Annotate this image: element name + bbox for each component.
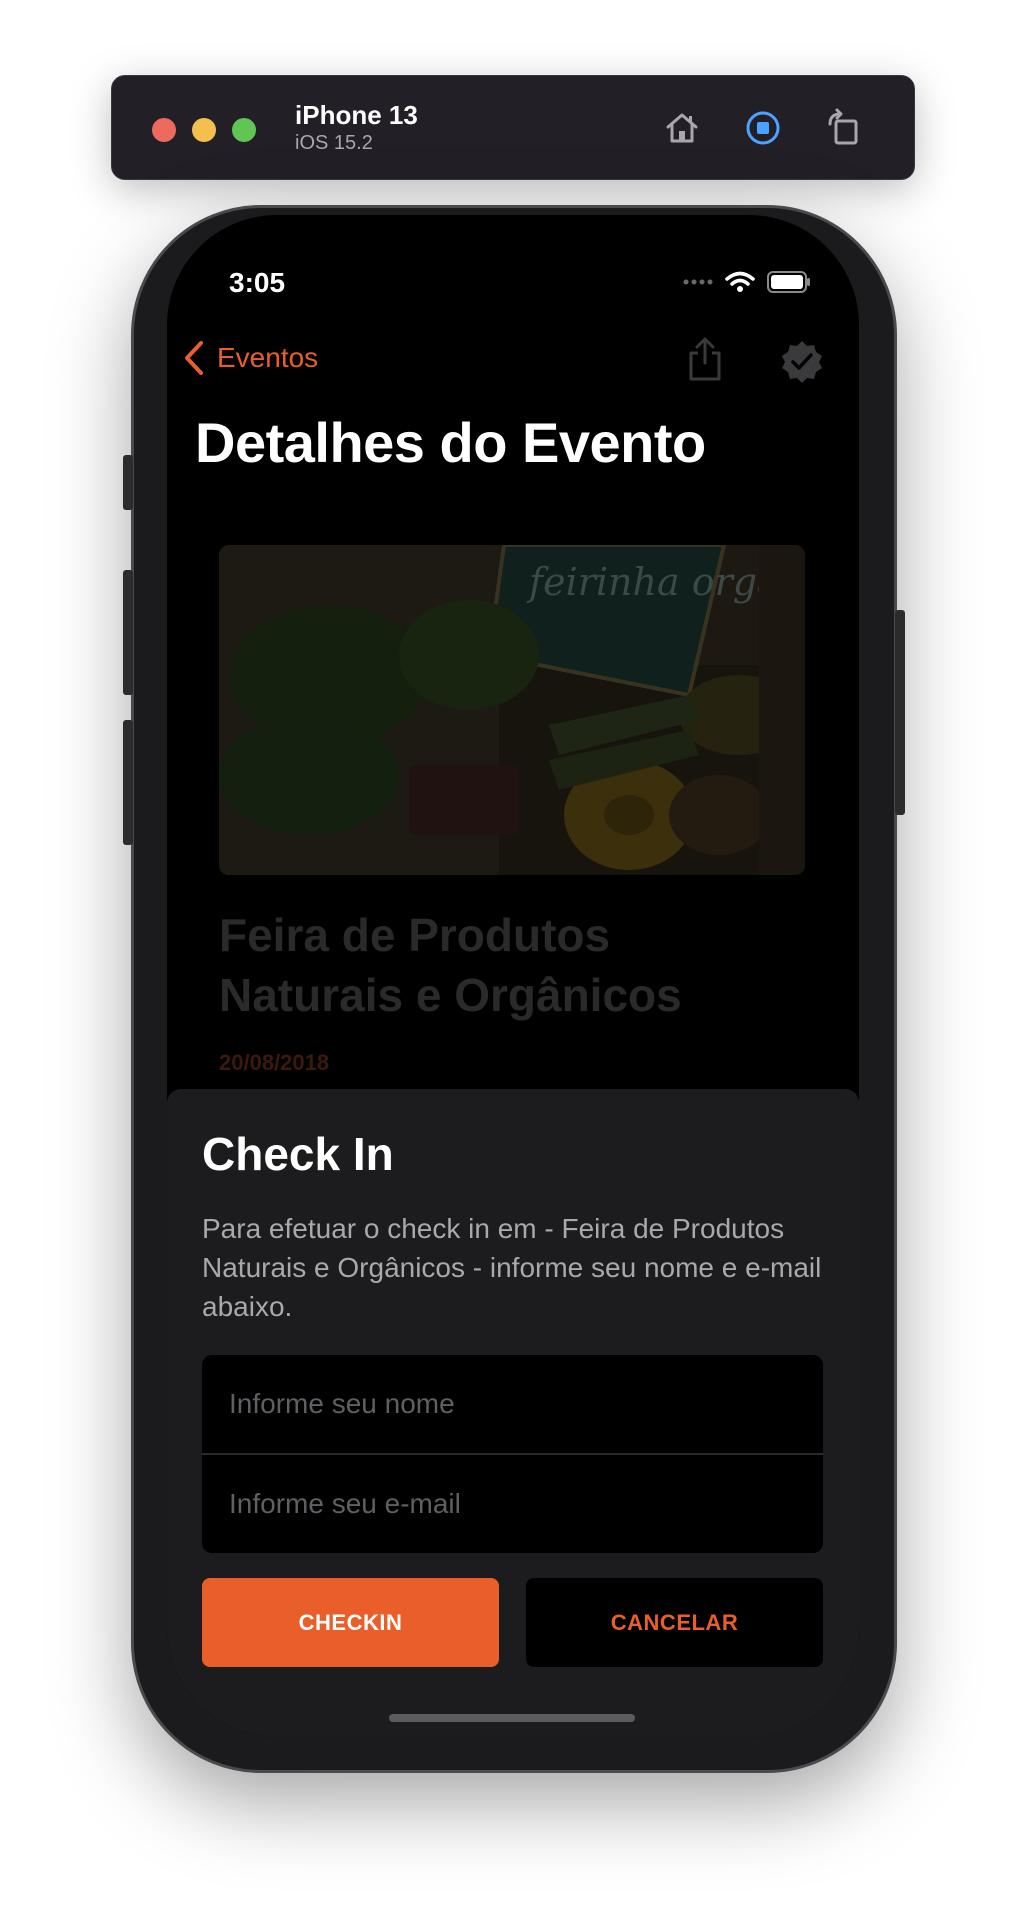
checkin-title: Check In	[202, 1128, 394, 1180]
back-button-label: Eventos	[217, 342, 319, 373]
minimize-window-button[interactable]	[192, 118, 216, 142]
simulator-stage: iPhone 13 iOS 15.2 3:05 Eventos Detalhes…	[0, 0, 1026, 1924]
home-icon[interactable]	[658, 104, 706, 152]
record-icon[interactable]	[739, 104, 787, 152]
home-indicator[interactable]	[389, 1714, 635, 1722]
close-window-button[interactable]	[152, 118, 176, 142]
mute-switch	[123, 455, 133, 510]
back-button[interactable]: Eventos	[183, 340, 318, 376]
verified-badge-icon	[782, 341, 822, 383]
checkin-button[interactable]: CHECKIN	[202, 1578, 499, 1667]
share-icon	[689, 337, 721, 381]
phone-screen: 3:05 Eventos Detalhes do Evento feirinha…	[167, 215, 859, 1737]
name-input[interactable]	[202, 1355, 823, 1453]
share-button[interactable]	[685, 335, 725, 388]
rotate-icon[interactable]	[820, 104, 868, 152]
zoom-window-button[interactable]	[232, 118, 256, 142]
checkin-form	[202, 1355, 823, 1553]
chevron-left-icon	[185, 341, 203, 375]
checkin-description: Para efetuar o check in em - Feira de Pr…	[202, 1213, 822, 1322]
page-title: Detalhes do Evento	[195, 411, 706, 474]
event-image: feirinha orgânica	[219, 545, 805, 875]
cancel-button[interactable]: CANCELAR	[526, 1578, 823, 1667]
checkin-status-button[interactable]	[779, 339, 825, 390]
os-version: iOS 15.2	[295, 132, 373, 154]
checkin-sheet: Check In Para efetuar o check in em - Fe…	[167, 1089, 859, 1737]
email-input[interactable]	[202, 1455, 823, 1553]
volume-down-button	[123, 720, 133, 845]
event-date: 20/08/2018	[219, 1050, 330, 1075]
volume-up-button	[123, 570, 133, 695]
simulator-toolbar: iPhone 13 iOS 15.2	[111, 75, 915, 180]
device-name: iPhone 13	[295, 100, 418, 130]
power-button	[895, 610, 905, 815]
event-title: Feira de Produtos Naturais e Orgânicos	[219, 909, 682, 1021]
